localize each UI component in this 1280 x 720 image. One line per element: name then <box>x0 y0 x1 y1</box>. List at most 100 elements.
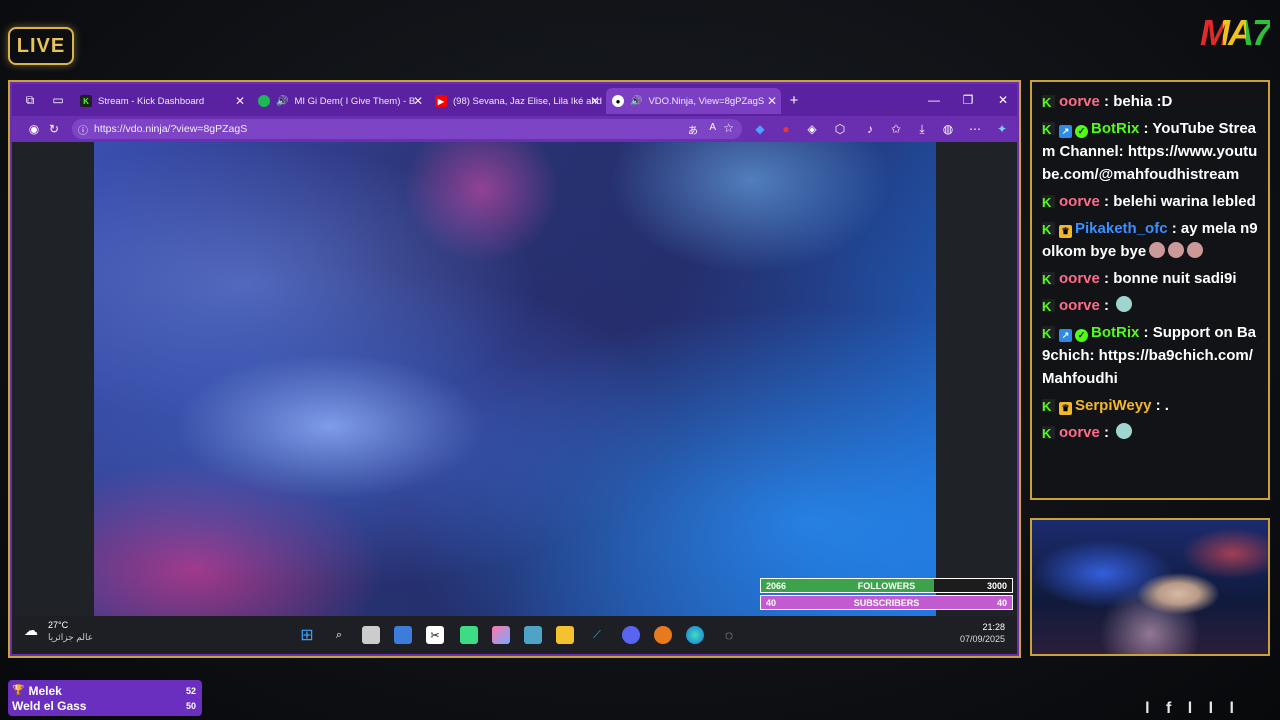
leaderboard-name: Melek <box>28 683 62 698</box>
extension-3-icon[interactable]: ◈ <box>804 121 820 137</box>
copilot-icon[interactable]: ✦ <box>994 121 1010 137</box>
kick-badge-icon: K <box>1042 272 1055 287</box>
chat-username[interactable]: Pikaketh_ofc <box>1075 220 1168 237</box>
crown-badge-icon: ♛ <box>1059 402 1072 415</box>
chat-message: K ♛ SerpiWeyy : . <box>1042 394 1260 417</box>
search-icon[interactable]: ⌕ <box>330 626 348 644</box>
chat-username[interactable]: BotRix <box>1091 324 1139 341</box>
extension-1-icon[interactable]: ◆ <box>752 121 768 137</box>
discord-icon[interactable] <box>622 626 640 644</box>
chat-message: Koorve : <box>1042 421 1260 444</box>
emote-icon <box>1168 242 1185 258</box>
emote-icon <box>1187 242 1204 258</box>
chat-username[interactable]: BotRix <box>1091 120 1139 137</box>
start-icon[interactable]: ⊞ <box>298 626 316 644</box>
extensions-icon[interactable]: ⬡ <box>832 121 848 137</box>
more-options-icon[interactable]: ⋯ <box>967 121 983 137</box>
tab-label: Stream - Kick Dashboard <box>98 95 205 107</box>
profile-icon[interactable]: ◍ <box>940 121 956 137</box>
leaderboard-row: Weld el Gass 50 <box>12 698 196 713</box>
browser-window: ⧉ ▭ K Stream - Kick Dashboard ✕ 🔊 MI Gi … <box>8 80 1021 658</box>
emote-icon <box>1116 296 1133 312</box>
capcut-icon[interactable]: ✂ <box>426 626 444 644</box>
weather-temp[interactable]: 27°C <box>48 620 68 630</box>
fl-studio-icon[interactable] <box>654 626 672 644</box>
chat-username[interactable]: oorve <box>1059 93 1100 110</box>
bot-badge-icon: ↗ <box>1059 329 1072 342</box>
speaker-icon: 🔊 <box>630 95 643 107</box>
chat-username[interactable]: oorve <box>1059 270 1100 287</box>
webcam-feed <box>1030 518 1270 656</box>
widgets-icon[interactable] <box>394 626 412 644</box>
subscribers-label: SUBSCRIBERS <box>853 597 920 608</box>
restore-icon[interactable]: ❐ <box>960 92 976 108</box>
kick-badge-icon: K <box>1042 326 1055 341</box>
profile-avatar-icon[interactable]: ◉ <box>26 121 42 137</box>
chat-message: Koorve : behia :D <box>1042 90 1260 113</box>
workspaces-icon[interactable]: ⧉ <box>22 92 38 108</box>
verified-badge-icon: ✓ <box>1075 329 1088 342</box>
chat-separator: : <box>1139 324 1153 341</box>
kick-badge-icon: K <box>1042 399 1055 414</box>
studio-icon[interactable]: ⟋ <box>588 626 606 644</box>
weather-text: عالم جزائريا <box>48 632 94 642</box>
url-field[interactable]: ⓘ https://vdo.ninja/?view=8gPZagS あ A ☆ <box>72 119 742 139</box>
file-explorer-icon[interactable] <box>556 626 574 644</box>
close-tab-icon[interactable]: ✕ <box>413 94 423 108</box>
minimize-icon[interactable]: — <box>926 92 942 108</box>
chat-username[interactable]: oorve <box>1059 297 1100 314</box>
monitor-icon[interactable] <box>524 626 542 644</box>
kick-badge-icon: K <box>1042 222 1055 237</box>
verified-badge-icon: ✓ <box>1075 125 1088 138</box>
close-tab-icon[interactable]: ✕ <box>767 94 777 108</box>
chat-username[interactable]: SerpiWeyy <box>1075 397 1151 414</box>
video-feed[interactable] <box>94 142 936 616</box>
live-badge: LIVE <box>8 27 74 65</box>
tab-vdo-ninja[interactable]: ● 🔊 VDO.Ninja, View=8gPZagS ✕ <box>606 88 781 114</box>
leaderboard-row: 🏆 Melek 52 <box>12 683 196 698</box>
copilot-app-icon[interactable] <box>492 626 510 644</box>
tab-youtube[interactable]: ▶ (98) Sevana, Jaz Elise, Lila Iké and ✕ <box>429 88 604 114</box>
favorites-icon[interactable]: ✩ <box>888 121 904 137</box>
tab-kick-dashboard[interactable]: K Stream - Kick Dashboard ✕ <box>74 88 249 114</box>
task-view-icon[interactable] <box>362 626 380 644</box>
chat-username[interactable]: oorve <box>1059 424 1100 441</box>
close-window-icon[interactable]: ✕ <box>995 92 1011 108</box>
chat-message: Koorve : belehi warina lebled <box>1042 190 1260 213</box>
chat-message: Koorve : bonne nuit sadi9i <box>1042 267 1260 290</box>
obs-icon[interactable]: ◌ <box>720 626 738 644</box>
chat-separator: : <box>1151 397 1165 414</box>
tab-actions-icon[interactable]: ▭ <box>50 92 66 108</box>
downloads-icon[interactable]: ⤓ <box>914 121 930 137</box>
chat-text: behia :D <box>1113 93 1173 110</box>
chat-text: belehi warina lebled <box>1113 193 1256 210</box>
leaderboard-value: 50 <box>185 700 196 711</box>
close-tab-icon[interactable]: ✕ <box>235 94 245 108</box>
extension-2-icon[interactable]: ● <box>778 121 794 137</box>
windows-taskbar: ☁ 27°C عالم جزائريا ⊞ ⌕ ✂ ⟋ ◌ 21:28 07/0… <box>12 616 1017 654</box>
chat-username[interactable]: oorve <box>1059 193 1100 210</box>
translate-icon[interactable]: あ <box>688 122 698 137</box>
leaderboard-name: Weld el Gass <box>12 698 87 713</box>
crown-badge-icon: ♛ <box>1059 225 1072 238</box>
clock-time[interactable]: 21:28 <box>982 622 1005 632</box>
tab-spotify[interactable]: 🔊 MI Gi Dem( I Give Them) - B ✕ <box>252 88 427 114</box>
chat-message: K ↗ ✓ BotRix : YouTube Stream Channel: http… <box>1042 117 1260 186</box>
close-tab-icon[interactable]: ✕ <box>590 94 600 108</box>
edge-icon[interactable] <box>686 626 704 644</box>
bottom-ticker: l f l l l <box>1145 700 1240 717</box>
read-aloud-icon[interactable]: A <box>709 122 716 133</box>
youtube-icon: ▶ <box>435 95 447 107</box>
clock-date[interactable]: 07/09/2025 <box>960 634 1005 644</box>
site-info-icon[interactable]: ⓘ <box>78 122 88 137</box>
kick-badge-icon: K <box>1042 95 1055 110</box>
kick-icon: K <box>80 95 92 107</box>
collections-icon[interactable]: ♪ <box>862 121 878 137</box>
refresh-icon[interactable]: ↻ <box>46 121 62 137</box>
new-tab-icon[interactable]: + <box>786 92 802 109</box>
android-icon[interactable] <box>460 626 478 644</box>
url-text: https://vdo.ninja/?view=8gPZagS <box>94 123 248 135</box>
weather-icon[interactable]: ☁ <box>24 622 38 639</box>
favorite-star-icon[interactable]: ☆ <box>723 121 734 135</box>
followers-goal-bar: 2066 FOLLOWERS 3000 <box>760 578 1013 593</box>
